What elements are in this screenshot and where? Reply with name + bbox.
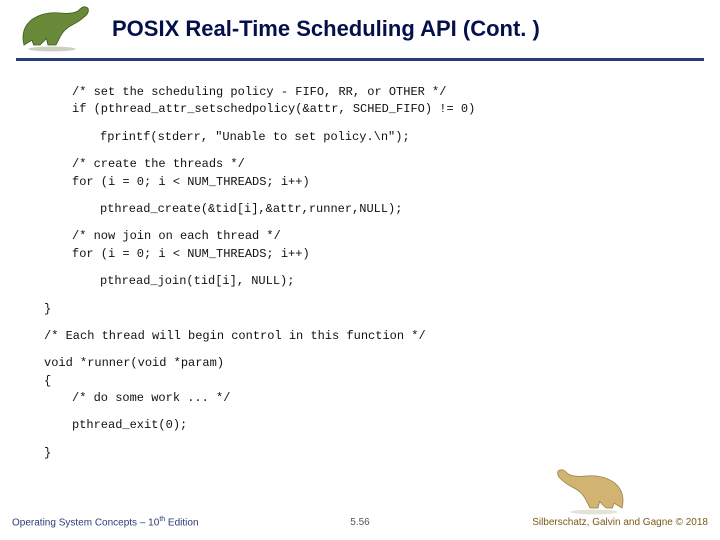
code-line: for (i = 0; i < NUM_THREADS; i++)	[72, 246, 680, 263]
code-line: pthread_exit(0);	[72, 417, 680, 434]
title-rule	[16, 58, 704, 61]
code-block: /* set the scheduling policy - FIFO, RR,…	[72, 84, 680, 470]
header: POSIX Real-Time Scheduling API (Cont. )	[0, 0, 720, 60]
code-line: }	[44, 301, 680, 318]
code-line: /* create the threads */	[72, 156, 680, 173]
code-line: pthread_create(&tid[i],&attr,runner,NULL…	[100, 201, 680, 218]
code-line: /* now join on each thread */	[72, 228, 680, 245]
slide-title: POSIX Real-Time Scheduling API (Cont. )	[112, 16, 540, 42]
footer: Operating System Concepts – 10th Edition…	[12, 508, 708, 532]
code-line: {	[44, 373, 680, 390]
code-line: fprintf(stderr, "Unable to set policy.\n…	[100, 129, 680, 146]
code-line: /* do some work ... */	[72, 390, 680, 407]
code-line: /* set the scheduling policy - FIFO, RR,…	[72, 84, 680, 101]
code-line: if (pthread_attr_setschedpolicy(&attr, S…	[72, 101, 680, 118]
code-line: }	[44, 445, 680, 462]
slide: POSIX Real-Time Scheduling API (Cont. ) …	[0, 0, 720, 540]
code-line: for (i = 0; i < NUM_THREADS; i++)	[72, 174, 680, 191]
code-line: /* Each thread will begin control in thi…	[44, 328, 680, 345]
footer-right: Silberschatz, Galvin and Gagne © 2018	[532, 517, 708, 528]
code-line: pthread_join(tid[i], NULL);	[100, 273, 680, 290]
code-line: void *runner(void *param)	[44, 355, 680, 372]
dinosaur-icon	[16, 4, 96, 54]
